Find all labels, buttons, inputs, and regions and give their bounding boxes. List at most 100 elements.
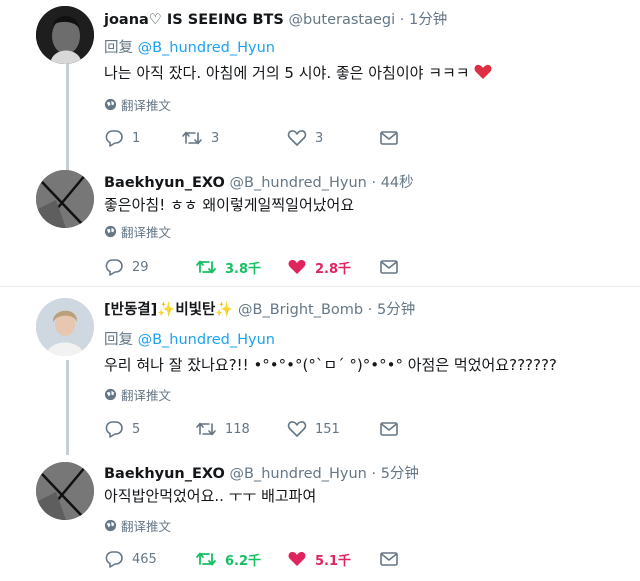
- dot-separator: ·: [399, 12, 405, 28]
- retweet-icon: [182, 131, 202, 145]
- heart-filled-icon: [288, 551, 306, 566]
- tweet-text: 우리 혀나 잘 잤나요?!! •°•°•°(°`ㅁ´ °)°•°•° 아점은 먹…: [104, 356, 557, 374]
- tweet[interactable]: joana♡ IS SEEING BTS @buterastaegi · 1分钟…: [0, 0, 640, 165]
- divider: [0, 286, 640, 287]
- envelope-icon: [380, 552, 398, 566]
- reply-mention-link[interactable]: @B_hundred_Hyun: [138, 332, 275, 348]
- tweet-text: 좋은아침! ㅎㅎ 왜이렇게일찍일어났어요: [104, 196, 355, 214]
- heart-outline-icon: [287, 130, 307, 146]
- heart-outline-icon: [287, 421, 307, 437]
- display-name[interactable]: Baekhyun_EXO: [104, 175, 225, 191]
- retweet-count: 3.8千: [225, 261, 262, 277]
- reply-count: 5: [132, 421, 141, 437]
- tweet-header: Baekhyun_EXO @B_hundred_Hyun · 5分钟: [104, 462, 419, 483]
- avatar-image: [36, 170, 94, 228]
- like-button[interactable]: 5.1千: [287, 548, 351, 570]
- retweet-button[interactable]: 6.2千: [195, 548, 261, 570]
- tweet[interactable]: [반동결]✨비빛탄✨ @B_Bright_Bomb · 5分钟 回复 @B_hu…: [0, 290, 640, 455]
- display-name[interactable]: Baekhyun_EXO: [104, 466, 225, 482]
- envelope-icon: [380, 131, 398, 145]
- translate-label: 翻译推文: [121, 519, 172, 534]
- reply-context: 回复 @B_hundred_Hyun: [104, 36, 275, 57]
- reply-context: 回复 @B_hundred_Hyun: [104, 328, 275, 349]
- translate-link[interactable]: 翻译推文: [104, 95, 171, 114]
- avatar-image: [36, 298, 94, 356]
- globe-icon: [104, 225, 117, 238]
- retweet-button[interactable]: 3: [181, 127, 219, 149]
- heart-filled-icon: [288, 259, 306, 274]
- tweet-actions: 1 3 3: [104, 127, 404, 149]
- red-heart-emoji-icon: [474, 64, 492, 79]
- timestamp[interactable]: 44秒: [381, 175, 414, 191]
- reply-button[interactable]: 465: [104, 548, 157, 570]
- direct-message-button[interactable]: [379, 127, 399, 149]
- retweet-count: 118: [225, 421, 250, 437]
- timestamp[interactable]: 1分钟: [409, 12, 447, 28]
- envelope-icon: [380, 260, 398, 274]
- reply-button[interactable]: 5: [104, 418, 140, 440]
- like-button[interactable]: 151: [287, 418, 340, 440]
- envelope-icon: [380, 422, 398, 436]
- avatar[interactable]: [36, 170, 94, 228]
- reply-button[interactable]: 1: [104, 127, 140, 149]
- retweet-count: 3: [211, 130, 220, 146]
- handle[interactable]: @B_hundred_Hyun: [230, 466, 367, 482]
- avatar[interactable]: [36, 298, 94, 356]
- tweet-actions: 465 6.2千 5.1千: [104, 548, 404, 570]
- reply-button[interactable]: 29: [104, 256, 149, 278]
- timestamp[interactable]: 5分钟: [381, 466, 419, 482]
- tweet-text: 아직밥안먹었어요.. ㅜㅜ 배고파여: [104, 487, 317, 505]
- display-name[interactable]: joana♡ IS SEEING BTS: [104, 12, 284, 28]
- dot-separator: ·: [367, 302, 373, 318]
- like-count: 2.8千: [315, 261, 352, 277]
- retweet-icon: [196, 260, 216, 274]
- direct-message-button[interactable]: [379, 548, 399, 570]
- tweet-text-body: 나는 아직 잤다. 아침에 거의 5 시야. 좋은 아침이야 ㅋㅋㅋ: [104, 64, 470, 82]
- like-count: 5.1千: [315, 553, 352, 569]
- direct-message-button[interactable]: [379, 418, 399, 440]
- avatar-image: [36, 462, 94, 520]
- retweet-button[interactable]: 118: [195, 418, 250, 440]
- handle[interactable]: @B_hundred_Hyun: [230, 175, 367, 191]
- handle[interactable]: @B_Bright_Bomb: [238, 302, 363, 318]
- reply-prefix: 回复: [104, 332, 133, 348]
- translate-link[interactable]: 翻译推文: [104, 516, 171, 535]
- direct-message-button[interactable]: [379, 256, 399, 278]
- reply-icon: [105, 421, 123, 438]
- avatar[interactable]: [36, 462, 94, 520]
- globe-icon: [104, 388, 117, 401]
- avatar[interactable]: [36, 6, 94, 64]
- like-button[interactable]: 2.8千: [287, 256, 351, 278]
- retweet-icon: [196, 552, 216, 566]
- translate-label: 翻译推文: [121, 225, 172, 240]
- globe-icon: [104, 98, 117, 111]
- handle[interactable]: @buterastaegi: [289, 12, 396, 28]
- tweet-header: [반동결]✨비빛탄✨ @B_Bright_Bomb · 5分钟: [104, 298, 415, 319]
- reply-count: 1: [132, 130, 141, 146]
- tweet-actions: 29 3.8千 2.8千: [104, 256, 404, 278]
- reply-count: 465: [132, 551, 157, 567]
- reply-count: 29: [132, 259, 149, 275]
- avatar-image: [36, 6, 94, 64]
- like-button[interactable]: 3: [287, 127, 323, 149]
- tweet[interactable]: Baekhyun_EXO @B_hundred_Hyun · 44秒 좋은아침!…: [0, 165, 640, 290]
- reply-icon: [105, 551, 123, 568]
- translate-label: 翻译推文: [121, 388, 172, 403]
- like-count: 3: [315, 130, 324, 146]
- tweet-header: joana♡ IS SEEING BTS @buterastaegi · 1分钟: [104, 8, 447, 29]
- translate-link[interactable]: 翻译推文: [104, 222, 171, 241]
- retweet-button[interactable]: 3.8千: [195, 256, 261, 278]
- like-count: 151: [315, 421, 340, 437]
- translate-link[interactable]: 翻译推文: [104, 385, 171, 404]
- translate-label: 翻译推文: [121, 98, 172, 113]
- display-name[interactable]: [반동결]✨비빛탄✨: [104, 302, 233, 318]
- timestamp[interactable]: 5分钟: [377, 302, 415, 318]
- dot-separator: ·: [371, 466, 377, 482]
- retweet-count: 6.2千: [225, 553, 262, 569]
- tweet-actions: 5 118 151: [104, 418, 404, 440]
- tweet[interactable]: Baekhyun_EXO @B_hundred_Hyun · 5分钟 아직밥안먹…: [0, 455, 640, 581]
- tweet-text: 나는 아직 잤다. 아침에 거의 5 시야. 좋은 아침이야 ㅋㅋㅋ: [104, 62, 492, 83]
- globe-icon: [104, 519, 117, 532]
- reply-icon: [105, 130, 123, 147]
- reply-mention-link[interactable]: @B_hundred_Hyun: [138, 40, 275, 56]
